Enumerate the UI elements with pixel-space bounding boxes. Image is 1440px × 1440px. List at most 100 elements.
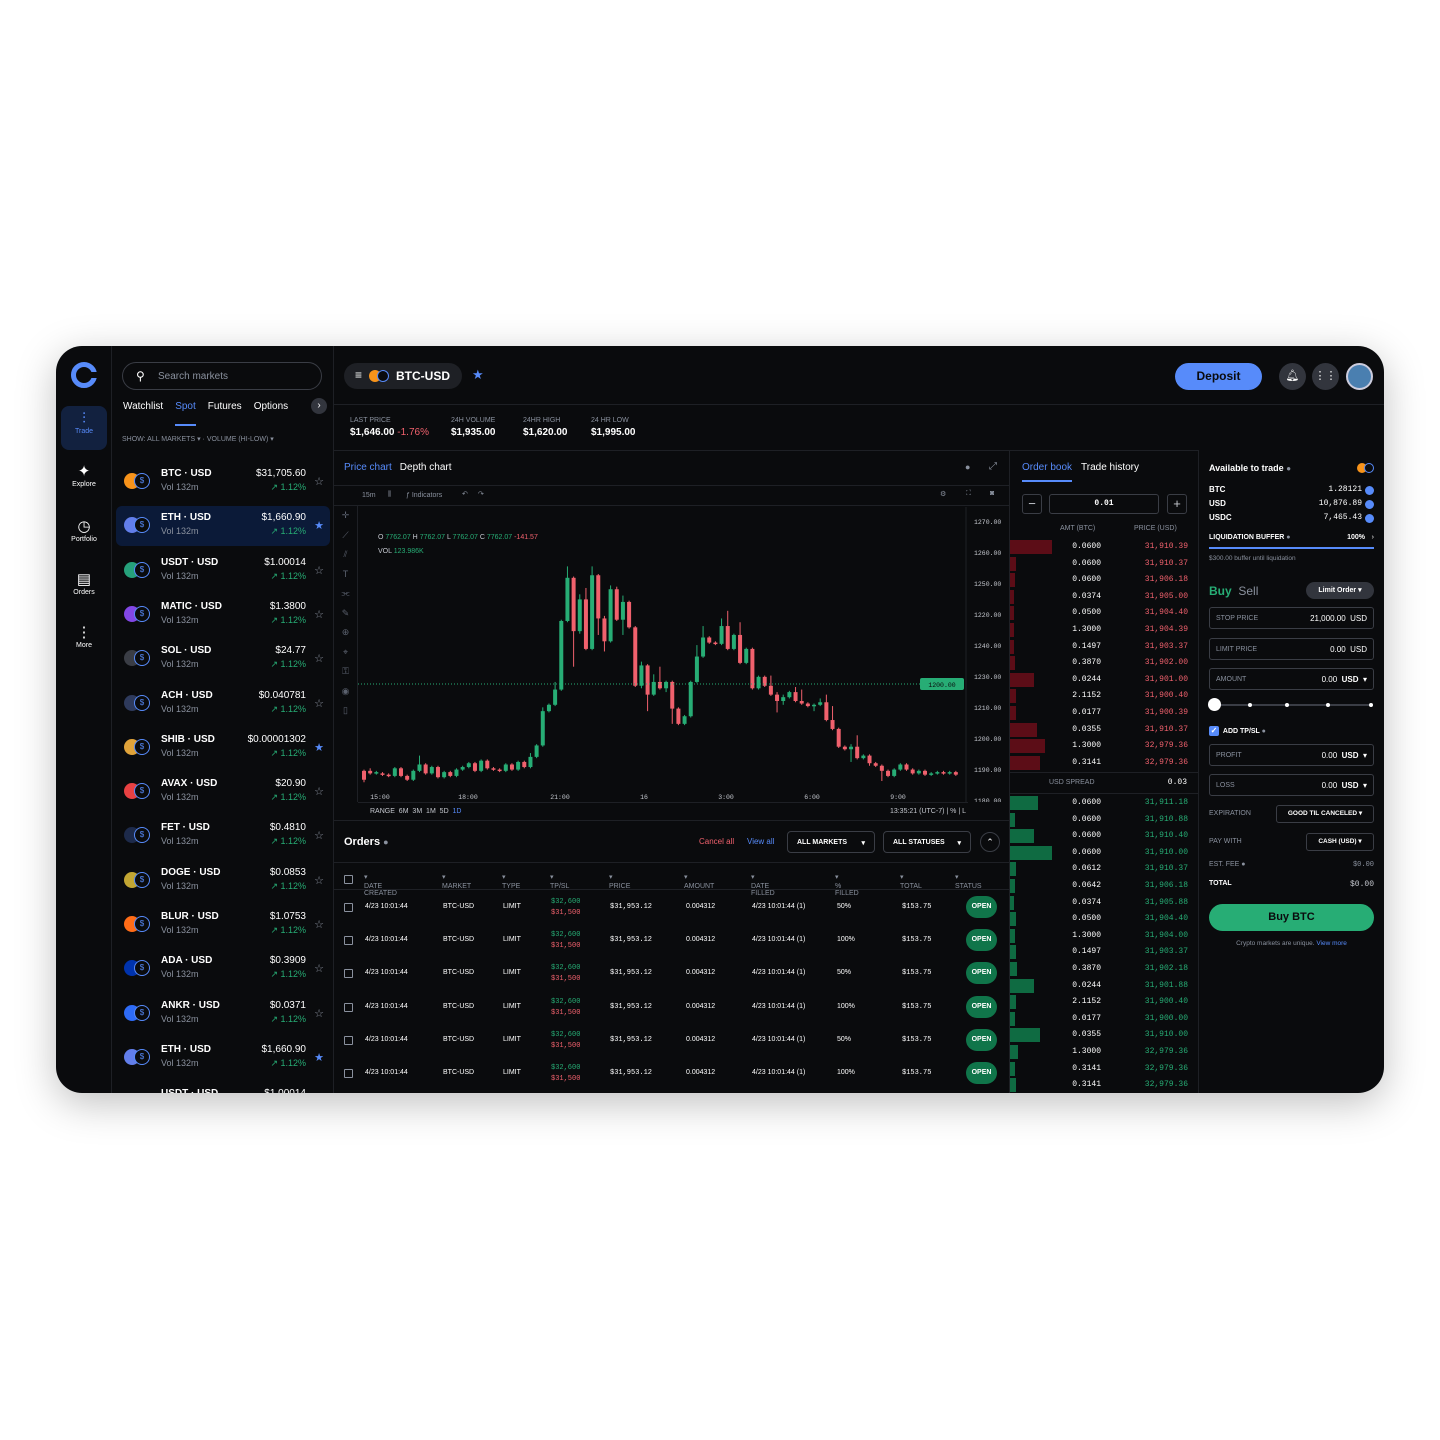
- candle-body[interactable]: [368, 770, 373, 774]
- star-icon[interactable]: ☆: [314, 962, 324, 975]
- text-icon[interactable]: T: [334, 565, 357, 585]
- candle-body[interactable]: [941, 772, 946, 774]
- expiration-select[interactable]: GOOD TIL CANCELED ▾: [1276, 805, 1374, 823]
- status-badge[interactable]: OPEN: [966, 995, 997, 1018]
- status-badge[interactable]: OPEN: [966, 929, 997, 952]
- table-row[interactable]: 4/23 10:01:44 BTC-USD LIMIT $32,600 $31,500 $…: [334, 991, 1010, 1024]
- order-type-select[interactable]: Limit Order ▾: [1306, 582, 1374, 599]
- candle-body[interactable]: [590, 575, 595, 649]
- candle-body[interactable]: [793, 692, 798, 701]
- star-icon[interactable]: ★: [314, 741, 324, 754]
- view-more-link[interactable]: View more: [1316, 940, 1347, 947]
- star-icon[interactable]: ☆: [314, 785, 324, 798]
- orderbook-row[interactable]: 0.0374 31,905.88: [1010, 895, 1199, 912]
- star-icon[interactable]: ☆: [314, 697, 324, 710]
- profit-field[interactable]: PROFIT 0.00 USD ▾: [1209, 744, 1374, 766]
- market-row[interactable]: $USDT · USD$1.00014☆: [116, 1082, 330, 1093]
- redo-icon[interactable]: ↷: [478, 490, 484, 498]
- candle-body[interactable]: [374, 772, 379, 774]
- candle-body[interactable]: [540, 711, 545, 746]
- range-1d[interactable]: 1D: [453, 808, 462, 815]
- orderbook-row[interactable]: 0.0600 31,910.40: [1010, 828, 1199, 845]
- orderbook-row[interactable]: 0.0600 31,910.88: [1010, 812, 1199, 829]
- candle-body[interactable]: [775, 694, 780, 701]
- col-date-filled[interactable]: DATE FILLED ▾: [751, 873, 775, 897]
- candle-body[interactable]: [787, 692, 792, 698]
- candle-body[interactable]: [583, 599, 588, 649]
- orderbook-row[interactable]: 1.3000 31,904.00: [1010, 928, 1199, 945]
- liquidation-buffer[interactable]: LIQUIDATION BUFFER ● 100% ›: [1209, 534, 1374, 541]
- fullscreen-icon[interactable]: ⛶: [966, 490, 971, 498]
- row-checkbox[interactable]: [344, 1035, 353, 1045]
- market-row[interactable]: $ MATIC · USD Vol 132m $1.3800 ↗ 1.12% ☆: [116, 595, 330, 635]
- star-icon[interactable]: ☆: [314, 874, 324, 887]
- candle-body[interactable]: [571, 577, 576, 632]
- star-icon[interactable]: ☆: [314, 652, 324, 665]
- orderbook-row[interactable]: 2.1152 31,900.40: [1010, 994, 1199, 1011]
- candle-body[interactable]: [664, 681, 669, 689]
- col-total[interactable]: TOTAL ▾: [900, 873, 922, 890]
- candle-body[interactable]: [947, 772, 952, 774]
- candle-body[interactable]: [528, 756, 533, 768]
- camera-icon[interactable]: ◙: [990, 490, 994, 497]
- avatar[interactable]: [1346, 363, 1373, 390]
- table-row[interactable]: 4/23 10:01:44 BTC-USD LIMIT $32,600 $31,500 $…: [334, 1057, 1010, 1090]
- orderbook-row[interactable]: 0.1497 31,903.37: [1010, 944, 1199, 961]
- candle-body[interactable]: [503, 764, 508, 771]
- col-type[interactable]: TYPE ▾: [502, 873, 520, 890]
- candle-body[interactable]: [812, 704, 817, 707]
- tab-price-chart[interactable]: Price chart: [344, 462, 392, 473]
- market-row[interactable]: $ ETH · USD Vol 132m $1,660.90 ↗ 1.12% ★: [116, 1038, 330, 1078]
- candle-body[interactable]: [768, 685, 773, 695]
- table-row[interactable]: 4/23 10:01:44 BTC-USD LIMIT $32,600 $31,500 $…: [334, 924, 1010, 957]
- amount-field[interactable]: AMOUNT 0.00 USD ▾: [1209, 668, 1374, 690]
- orderbook-row[interactable]: 0.1497 31,903.37: [1010, 639, 1199, 656]
- candle-body[interactable]: [645, 665, 650, 695]
- nav-portfolio[interactable]: ◷ Portfolio: [61, 514, 107, 558]
- candle-body[interactable]: [522, 761, 527, 768]
- lock-icon[interactable]: ⚿: [334, 662, 357, 682]
- col-tpsl[interactable]: TP/SL ▾: [550, 873, 569, 890]
- magnet-icon[interactable]: ⌖: [334, 643, 357, 663]
- orderbook-row[interactable]: 1.3000 31,904.39: [1010, 622, 1199, 639]
- candle-body[interactable]: [386, 774, 391, 777]
- candle-body[interactable]: [398, 768, 403, 776]
- candle-body[interactable]: [577, 599, 582, 632]
- row-checkbox[interactable]: [344, 1069, 353, 1078]
- candle-body[interactable]: [855, 746, 860, 759]
- chevron-right-icon[interactable]: ›: [311, 398, 327, 414]
- fib-icon[interactable]: ⫽: [334, 545, 357, 565]
- buy-btc-button[interactable]: Buy BTC: [1209, 904, 1374, 931]
- eye-icon[interactable]: ◉: [334, 682, 357, 702]
- col-price[interactable]: PRICE ▾: [609, 873, 630, 890]
- candle-body[interactable]: [849, 746, 854, 750]
- star-icon[interactable]: ★: [314, 519, 324, 532]
- tab-depth-chart[interactable]: Depth chart: [400, 462, 452, 473]
- help-icon[interactable]: ●: [965, 462, 970, 472]
- candle-body[interactable]: [435, 767, 440, 778]
- candle-body[interactable]: [559, 620, 564, 690]
- orderbook-row[interactable]: 0.3870 31,902.18: [1010, 961, 1199, 978]
- candle-body[interactable]: [454, 769, 459, 776]
- zoom-icon[interactable]: ⊕: [334, 623, 357, 643]
- buy-tab[interactable]: Buy: [1209, 584, 1232, 598]
- minus-icon[interactable]: −: [1022, 494, 1042, 514]
- candle-body[interactable]: [479, 760, 484, 771]
- col-status[interactable]: STATUS ▾: [955, 873, 982, 890]
- candle-body[interactable]: [799, 700, 804, 704]
- candle-body[interactable]: [460, 767, 465, 770]
- orderbook-row[interactable]: 2.1152 31,900.40: [1010, 688, 1199, 705]
- candle-body[interactable]: [411, 770, 416, 780]
- market-row[interactable]: $ AVAX · USD Vol 132m $20.90 ↗ 1.12% ☆: [116, 772, 330, 812]
- market-row[interactable]: $ ETH · USD Vol 132m $1,660.90 ↗ 1.12% ★: [116, 506, 330, 547]
- star-icon[interactable]: ☆: [314, 475, 324, 488]
- loss-field[interactable]: LOSS 0.00 USD ▾: [1209, 774, 1374, 796]
- candle-body[interactable]: [497, 769, 502, 772]
- row-checkbox[interactable]: [344, 936, 353, 946]
- candle-body[interactable]: [756, 676, 761, 689]
- candle-body[interactable]: [639, 665, 644, 686]
- market-row[interactable]: $ ADA · USD Vol 132m $0.3909 ↗ 1.12% ☆: [116, 949, 330, 989]
- candle-body[interactable]: [429, 767, 434, 774]
- candle-body[interactable]: [670, 681, 675, 709]
- row-checkbox[interactable]: [344, 903, 353, 912]
